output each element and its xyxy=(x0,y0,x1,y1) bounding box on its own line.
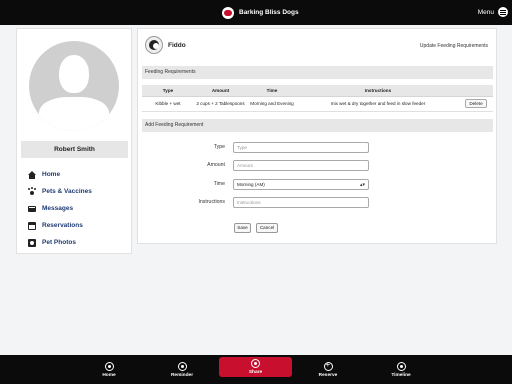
home-icon xyxy=(104,361,114,371)
feeding-table: Type Amount Time Instructions Kibble + w… xyxy=(142,85,493,112)
message-icon xyxy=(28,206,36,212)
pet-name: Fiddo xyxy=(168,42,186,49)
tab-home[interactable]: Home xyxy=(94,355,124,384)
amount-input[interactable]: Amount xyxy=(233,160,369,171)
sidebar-item-label: Messages xyxy=(42,205,74,212)
calendar-icon xyxy=(28,221,36,230)
profile-sidebar: Robert Smith Home Pets & Vaccines Messag… xyxy=(16,28,132,254)
time-select-value: Morning (AM) xyxy=(237,182,265,187)
time-select[interactable]: Morning (AM) ▴▾ xyxy=(233,179,369,190)
type-input[interactable]: Type xyxy=(233,142,369,153)
type-label: Type xyxy=(213,144,225,150)
avatar-body-shape xyxy=(39,97,109,131)
sidebar-item-label: Pet Photos xyxy=(42,239,76,246)
brand-name: Barking Bliss Dogs xyxy=(239,9,299,16)
tab-label: Timeline xyxy=(391,372,411,378)
column-header-type: Type xyxy=(142,85,194,97)
amount-label: Amount xyxy=(207,162,225,168)
column-header-action xyxy=(459,85,493,97)
home-icon xyxy=(28,170,36,179)
tab-timeline[interactable]: Timeline xyxy=(385,355,417,384)
sidebar-item-label: Home xyxy=(42,171,61,178)
share-icon xyxy=(251,359,260,368)
save-button[interactable]: Save xyxy=(234,223,251,233)
brand-logo-icon xyxy=(222,6,234,19)
sidebar-item-label: Pets & Vaccines xyxy=(42,188,92,195)
delete-button[interactable]: Delete xyxy=(465,99,487,108)
cell-action: Delete xyxy=(459,96,493,112)
sidebar-item-reservations[interactable]: Reservations xyxy=(28,217,92,234)
pet-avatar xyxy=(145,36,163,54)
plus-icon xyxy=(323,360,333,371)
bottom-nav: Home Reminder Share Reserve Timeline xyxy=(0,355,512,384)
paw-icon xyxy=(28,187,36,196)
tab-label: Reserve xyxy=(318,372,338,378)
cancel-button[interactable]: Cancel xyxy=(256,223,278,233)
feeding-requirements-header: Feeding Requirements xyxy=(142,66,493,79)
update-feeding-link[interactable]: Update Feeding Requirements xyxy=(420,43,488,49)
sidebar-nav: Home Pets & Vaccines Messages Reservatio… xyxy=(28,166,92,251)
tab-label: Share xyxy=(248,370,263,375)
sidebar-item-home[interactable]: Home xyxy=(28,166,92,183)
feeding-panel: Fiddo Update Feeding Requirements Feedin… xyxy=(137,28,497,244)
tab-reserve[interactable]: Reserve xyxy=(312,355,344,384)
sidebar-item-pet-photos[interactable]: Pet Photos xyxy=(28,234,92,251)
top-bar: Barking Bliss Dogs Menu xyxy=(0,0,512,25)
table-row: Kibble + wet 2 cups + 2 Tablespoons Morn… xyxy=(142,96,493,112)
sidebar-item-pets-vaccines[interactable]: Pets & Vaccines xyxy=(28,183,92,200)
column-header-amount: Amount xyxy=(194,85,247,97)
avatar-head-shape xyxy=(59,55,89,93)
reminder-icon xyxy=(177,361,187,371)
hamburger-icon xyxy=(498,7,508,17)
tab-label: Reminder xyxy=(170,372,194,378)
brand[interactable]: Barking Bliss Dogs xyxy=(222,5,299,20)
column-header-time: Time xyxy=(247,85,297,97)
column-header-instructions: Instructions xyxy=(297,85,459,97)
time-label: Time xyxy=(213,181,225,187)
menu-label: Menu xyxy=(477,8,494,16)
instructions-label: Instructions xyxy=(198,199,225,205)
add-feeding-header: Add Feeding Requirement xyxy=(142,119,493,132)
photo-icon xyxy=(28,238,36,247)
timeline-icon xyxy=(396,361,406,371)
menu-button[interactable]: Menu xyxy=(478,7,508,17)
user-avatar xyxy=(29,41,119,131)
sidebar-item-label: Reservations xyxy=(42,222,83,229)
sidebar-item-messages[interactable]: Messages xyxy=(28,200,92,217)
cell-type: Kibble + wet xyxy=(142,96,194,112)
tab-reminder[interactable]: Reminder xyxy=(166,355,198,384)
table-header-row: Type Amount Time Instructions xyxy=(142,85,493,97)
cell-amount: 2 cups + 2 Tablespoons xyxy=(194,96,247,112)
cell-time: Morning and Evening xyxy=(247,96,297,112)
cell-instructions: mix wet & dry together and feed in slow … xyxy=(297,96,459,112)
select-arrow-icon: ▴▾ xyxy=(359,182,365,188)
user-name: Robert Smith xyxy=(21,141,128,158)
tab-label: Home xyxy=(102,372,116,378)
tab-share[interactable]: Share xyxy=(219,357,292,377)
instructions-input[interactable]: Instructions xyxy=(233,197,369,208)
